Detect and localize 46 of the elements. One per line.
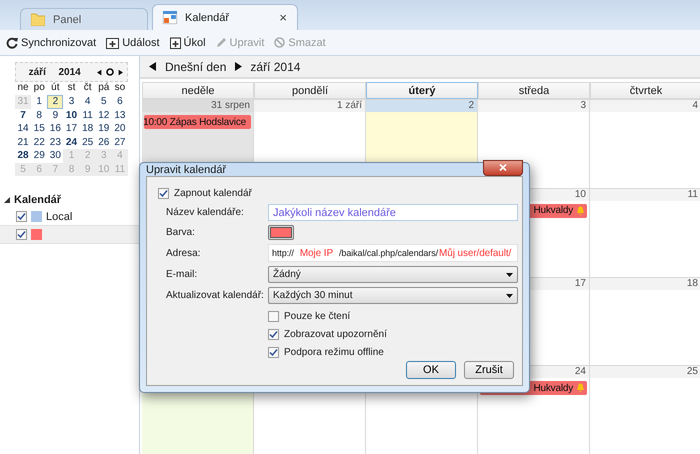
day-label: 4 [692, 100, 698, 111]
weekday-header: středa [478, 82, 590, 99]
day-label: 1 září [336, 100, 362, 111]
day-label: 18 [686, 278, 698, 288]
month-label: září [28, 66, 48, 78]
day-label: 24 [574, 366, 586, 378]
day-label: 31 srpen [211, 100, 250, 111]
calendar-name: Local [46, 210, 72, 222]
weekday-header: čtvrtek [590, 82, 700, 99]
address-text: /baikal/cal.php/calendars/ [339, 248, 438, 258]
address-text: Moje IP [300, 248, 334, 258]
field-label: Barva: [166, 227, 196, 238]
day-label: 11 [688, 188, 698, 200]
weekday-header: neděle [142, 82, 254, 99]
weekday-label: pá [97, 82, 110, 95]
weekday-label: st [66, 82, 76, 95]
day-label: 25 [686, 366, 698, 378]
weekday-label: út [50, 82, 61, 95]
tab-label: Kalendář [185, 12, 230, 24]
section-title: Kalendář [14, 194, 62, 206]
tab-label: Panel [53, 14, 82, 26]
checkbox-label: Podpora režimu offline [284, 347, 384, 358]
field-label: Název kalendáře: [166, 207, 245, 218]
weekday-label: ne [16, 82, 30, 95]
event-title: 10:00 Zápas Hodslavice [143, 116, 246, 128]
weekday-label: čt [82, 82, 93, 95]
checkbox-label: Pouze ke čtení [284, 311, 350, 322]
weekday-label: so [114, 82, 126, 95]
field-label: Aktualizovat kalendář: [166, 290, 265, 301]
checkbox-label: Zobrazovat upozornění [284, 329, 387, 340]
day-label: 10 [574, 188, 586, 200]
day-label: 2 [468, 100, 474, 111]
event-title: Hukvaldy [533, 205, 573, 216]
dialog-title: Upravit kalendář [146, 164, 226, 176]
weekday-header: pondělí [254, 82, 366, 99]
address-text: http:// [272, 248, 294, 258]
field-label: E-mail: [166, 269, 198, 280]
period-title: září 2014 [250, 60, 300, 74]
day-label: 17 [574, 278, 586, 288]
year-label: 2014 [58, 66, 82, 78]
weekday-header: úterý [366, 82, 478, 99]
event-title: Hukvaldy [533, 382, 573, 394]
weekday-label: po [32, 82, 46, 95]
day-label: 3 [580, 100, 586, 111]
field-label: Adresa: [166, 248, 202, 258]
checkbox-label: Zapnout kalendář [174, 188, 252, 199]
